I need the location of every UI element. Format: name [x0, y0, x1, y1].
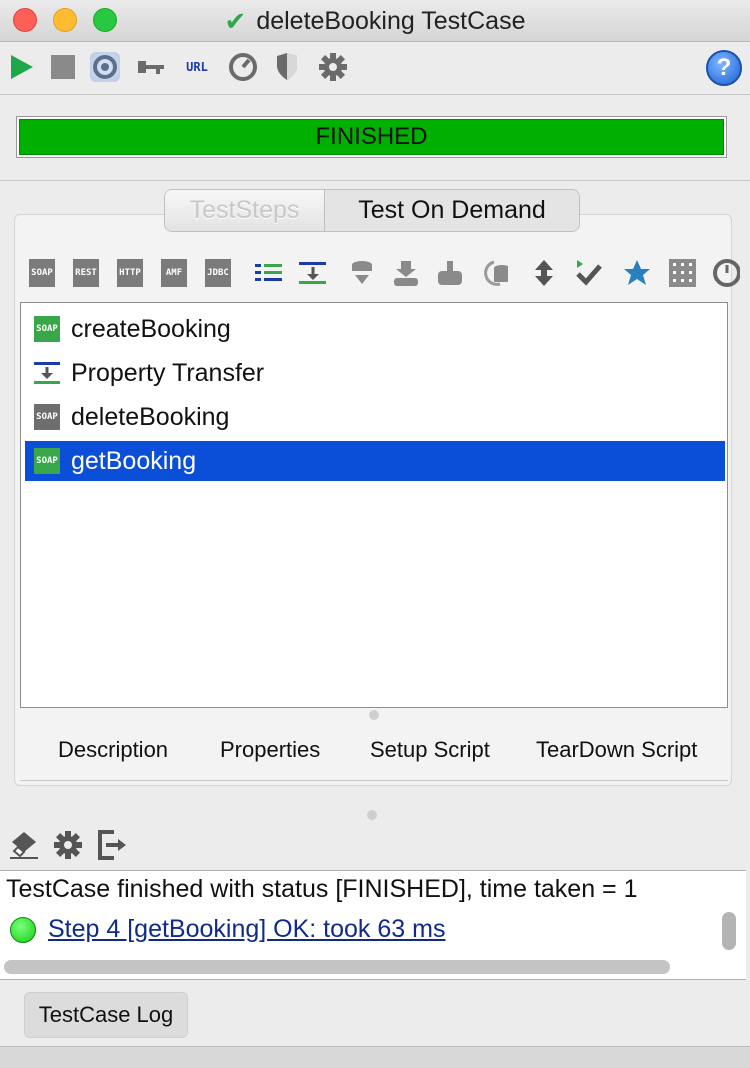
window-title-wrap: ✔ deleteBooking TestCase — [0, 0, 750, 42]
bottom-tabs: Description Properties Setup Script Tear… — [30, 728, 706, 772]
box-line2: TP — [130, 268, 141, 278]
export-log-icon[interactable] — [96, 828, 128, 862]
grid-icon[interactable] — [668, 258, 696, 288]
conditional-goto-icon[interactable] — [348, 258, 376, 288]
delay-step-icon[interactable] — [436, 258, 464, 288]
url-label: URL — [186, 60, 208, 74]
progress-status: FINISHED — [315, 123, 428, 150]
horizontal-scrollbar[interactable] — [4, 960, 670, 974]
check-icon: ✔ — [224, 5, 247, 36]
run-icon[interactable] — [6, 52, 36, 82]
clock-icon[interactable] — [712, 258, 740, 288]
tab-description[interactable]: Description — [30, 728, 192, 772]
jdbc-step-icon[interactable]: JD BC — [204, 258, 232, 288]
transfer-arrows-icon[interactable] — [530, 258, 558, 288]
log-line-status: TestCase finished with status [FINISHED]… — [6, 875, 638, 903]
clear-log-icon[interactable] — [8, 828, 40, 862]
splitter-handle[interactable] — [369, 710, 379, 720]
url-icon[interactable]: URL — [182, 52, 212, 82]
box-line2: BC — [218, 268, 229, 278]
tab-properties[interactable]: Properties — [192, 728, 340, 772]
status-bar — [0, 1046, 750, 1068]
list-item-selected[interactable]: SO AP getBooking — [25, 441, 725, 481]
assertion-icon[interactable] — [574, 258, 602, 288]
box-line2: AP — [42, 268, 53, 278]
ok-status-icon — [10, 916, 36, 943]
icon-line2: AP — [47, 324, 58, 334]
list-item[interactable]: SO AP deleteBooking — [25, 397, 725, 437]
properties-step-icon[interactable] — [254, 258, 282, 288]
log-splitter-handle[interactable] — [367, 810, 377, 820]
rest-step-icon[interactable]: RE ST — [72, 258, 100, 288]
icon-line1: SO — [36, 456, 47, 466]
tab-setup-script[interactable]: Setup Script — [340, 728, 506, 772]
help-label: ? — [716, 54, 732, 81]
http-step-icon[interactable]: HT TP — [116, 258, 144, 288]
log-line-step: Step 4 [getBooking] OK: took 63 ms — [10, 915, 445, 944]
box-line1: SO — [31, 268, 42, 278]
tab-teststeps[interactable]: TestSteps — [165, 190, 325, 231]
tab-testcase-log[interactable]: TestCase Log — [24, 992, 188, 1038]
options-icon[interactable] — [90, 52, 120, 82]
soap-step-icon: SO AP — [33, 315, 61, 343]
progress-bar: FINISHED — [16, 116, 727, 158]
list-item[interactable]: Property Transfer — [25, 353, 725, 393]
step-result-link[interactable]: Step 4 [getBooking] OK: took 63 ms — [48, 915, 445, 944]
icon-line1: SO — [36, 324, 47, 334]
settings-icon[interactable] — [318, 52, 348, 82]
soap-step-icon[interactable]: SO AP — [28, 258, 56, 288]
list-item[interactable]: SO AP createBooking — [25, 309, 725, 349]
box-line1: HT — [119, 268, 130, 278]
title-bar: ✔ deleteBooking TestCase — [0, 0, 750, 42]
security-test-icon[interactable] — [272, 52, 302, 82]
testcase-toolbar: URL — [0, 44, 750, 92]
toolbar-divider — [0, 94, 750, 95]
progress-fill: FINISHED — [19, 119, 724, 155]
box-line1: RE — [75, 268, 86, 278]
mock-response-icon[interactable] — [480, 258, 508, 288]
credentials-icon[interactable] — [136, 52, 166, 82]
teststep-list: SO AP createBooking Property Transfer SO A… — [20, 302, 728, 708]
step-toolbar: SO AP RE ST HT TP A MF JD BC — [28, 258, 748, 290]
property-transfer-icon — [33, 359, 61, 387]
log-settings-icon[interactable] — [52, 828, 84, 862]
property-transfer-step-icon[interactable] — [298, 258, 326, 288]
soap-step-icon: SO AP — [33, 447, 61, 475]
tabs-underline — [20, 780, 728, 781]
box-line2: ST — [86, 268, 97, 278]
step-label: deleteBooking — [71, 402, 230, 431]
help-icon[interactable]: ? — [706, 50, 742, 86]
segmented-tabs: TestSteps Test On Demand — [164, 189, 580, 232]
step-label: getBooking — [71, 446, 197, 475]
icon-line2: AP — [47, 412, 58, 422]
soap-step-icon: SO AP — [33, 403, 61, 431]
icon-line2: AP — [47, 456, 58, 466]
amf-step-icon[interactable]: A MF — [160, 258, 188, 288]
run-testcase-icon[interactable] — [392, 258, 420, 288]
step-label: createBooking — [71, 314, 231, 343]
star-icon[interactable] — [622, 258, 650, 288]
box-line2: MF — [171, 268, 183, 278]
load-test-icon[interactable] — [228, 52, 258, 82]
box-line1: JD — [207, 268, 218, 278]
tab-teardown-script[interactable]: TearDown Script — [506, 728, 706, 772]
progress-divider — [0, 180, 750, 181]
icon-line1: SO — [36, 412, 47, 422]
tab-test-on-demand[interactable]: Test On Demand — [325, 190, 579, 231]
vertical-scrollbar[interactable] — [722, 912, 736, 950]
stop-icon[interactable] — [48, 52, 78, 82]
window-title: deleteBooking TestCase — [256, 6, 526, 35]
step-label: Property Transfer — [71, 358, 265, 387]
